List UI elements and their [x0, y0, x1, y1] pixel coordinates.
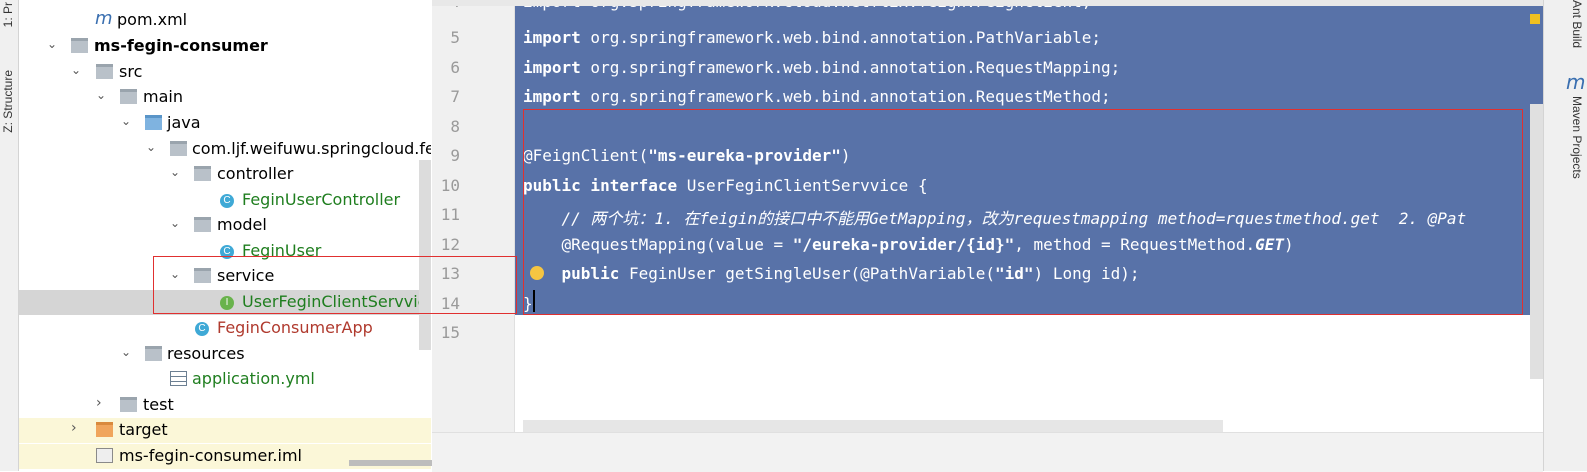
tree-label: resources [167, 344, 245, 363]
tree-row-test[interactable]: › test [19, 393, 431, 418]
tab-ant-build[interactable]: Ant Build [1570, 0, 1584, 48]
tree-row-controller[interactable]: ⌄ controller [19, 162, 431, 187]
chevron-down-icon[interactable]: ⌄ [170, 217, 182, 229]
code-line-7: import org.springframework.web.bind.anno… [523, 87, 1111, 106]
package-icon [194, 166, 211, 181]
left-tool-strip: 1: Pr Z: Structure [0, 0, 19, 471]
tree-label: FeginUserController [242, 190, 401, 209]
keyword: import [523, 87, 581, 106]
iml-file-icon [96, 448, 113, 463]
tab-maven-projects[interactable]: Maven Projects [1570, 96, 1584, 179]
code-line-6: import org.springframework.web.bind.anno… [523, 58, 1120, 77]
line-number: 5 [450, 28, 460, 47]
line-number: 12 [440, 235, 460, 254]
tree-label: java [167, 113, 201, 132]
line-number: 9 [450, 146, 460, 165]
tree-label: test [143, 395, 174, 414]
tree-label: com.ljf.weifuwu.springcloud.feg [192, 139, 431, 158]
source-folder-icon [145, 115, 162, 130]
folder-icon [120, 397, 137, 412]
tree-label: FeginConsumerApp [217, 318, 373, 337]
editor-gutter: 4 5 6 7 8 9 10 11 12 13 14 15 [432, 0, 515, 471]
tree-label: target [119, 420, 168, 439]
keyword: import [523, 58, 581, 77]
module-folder-icon [71, 38, 88, 53]
chevron-down-icon[interactable]: ⌄ [121, 115, 133, 127]
editor-horizontal-scrollbar[interactable] [523, 420, 1223, 432]
line-number: 11 [440, 205, 460, 224]
class-icon: C [220, 194, 234, 208]
chevron-down-icon[interactable]: ⌄ [47, 38, 59, 50]
chevron-down-icon[interactable]: ⌄ [170, 166, 182, 178]
tree-row-main[interactable]: ⌄ main [19, 85, 431, 110]
tree-label: src [119, 62, 143, 81]
chevron-down-icon[interactable]: ⌄ [96, 89, 108, 101]
code-text: org.springframework.web.bind.annotation.… [580, 87, 1111, 106]
project-tree: m pom.xml ⌄ ms-fegin-consumer ⌄ src ⌄ ma… [19, 0, 431, 471]
line-number: 15 [440, 323, 460, 342]
error-stripe-marker-icon[interactable] [1530, 14, 1540, 24]
yaml-file-icon [170, 371, 187, 386]
code-text: org.springframework.web.bind.annotation.… [580, 58, 1121, 77]
chevron-down-icon[interactable]: ⌄ [71, 64, 83, 76]
tree-row-pom[interactable]: m pom.xml [19, 8, 431, 33]
tree-label: controller [217, 164, 294, 183]
tree-row-resources[interactable]: ⌄ resources [19, 342, 431, 367]
tree-label: pom.xml [117, 10, 188, 29]
tree-label: ms-fegin-consumer [94, 36, 268, 55]
package-icon [170, 141, 187, 156]
highlight-box-code [523, 109, 1523, 315]
chevron-right-icon[interactable]: › [96, 396, 108, 410]
tree-row-target[interactable]: › target [19, 418, 431, 443]
tree-label: model [217, 215, 267, 234]
line-number: 8 [450, 117, 460, 136]
tree-row-feginconsumerapp[interactable]: C FeginConsumerApp [19, 316, 431, 341]
chevron-down-icon[interactable]: ⌄ [146, 141, 158, 153]
tree-row-feginusercontroller[interactable]: C FeginUserController [19, 188, 431, 213]
maven-icon: m [1566, 70, 1586, 94]
package-icon [194, 217, 211, 232]
line-number: 10 [440, 176, 460, 195]
editor-tab-strip[interactable] [432, 0, 1543, 6]
tree-label: main [143, 87, 183, 106]
tab-project[interactable]: 1: Pr [1, 2, 15, 27]
keyword: import [523, 28, 581, 47]
line-number: 6 [450, 58, 460, 77]
code-text: org.springframework.web.bind.annotation.… [580, 28, 1101, 47]
resources-folder-icon [145, 346, 162, 361]
tree-row-module[interactable]: ⌄ ms-fegin-consumer [19, 34, 431, 59]
code-line-5: import org.springframework.web.bind.anno… [523, 28, 1101, 47]
folder-icon [96, 64, 113, 79]
maven-file-icon: m [95, 8, 113, 29]
editor-bottom-area [432, 432, 1543, 472]
tree-row-java[interactable]: ⌄ java [19, 111, 431, 136]
tree-row-package[interactable]: ⌄ com.ljf.weifuwu.springcloud.feg [19, 137, 431, 162]
excluded-folder-icon [96, 422, 113, 437]
chevron-right-icon[interactable]: › [71, 421, 83, 435]
tree-label: application.yml [192, 369, 315, 388]
highlight-box-tree [153, 256, 517, 314]
tree-label: ms-fegin-consumer.iml [119, 446, 302, 465]
tree-row-src[interactable]: ⌄ src [19, 60, 431, 85]
chevron-down-icon[interactable]: ⌄ [121, 346, 133, 358]
spring-boot-class-icon: C [195, 322, 209, 336]
editor-vertical-scrollbar[interactable] [1530, 104, 1543, 379]
line-number: 7 [450, 87, 460, 106]
tab-structure[interactable]: Z: Structure [1, 70, 15, 133]
right-tool-strip: Ant Build m Maven Projects [1530, 0, 1587, 471]
tree-row-model[interactable]: ⌄ model [19, 213, 431, 238]
folder-icon [120, 89, 137, 104]
tree-row-applicationyml[interactable]: application.yml [19, 367, 431, 392]
